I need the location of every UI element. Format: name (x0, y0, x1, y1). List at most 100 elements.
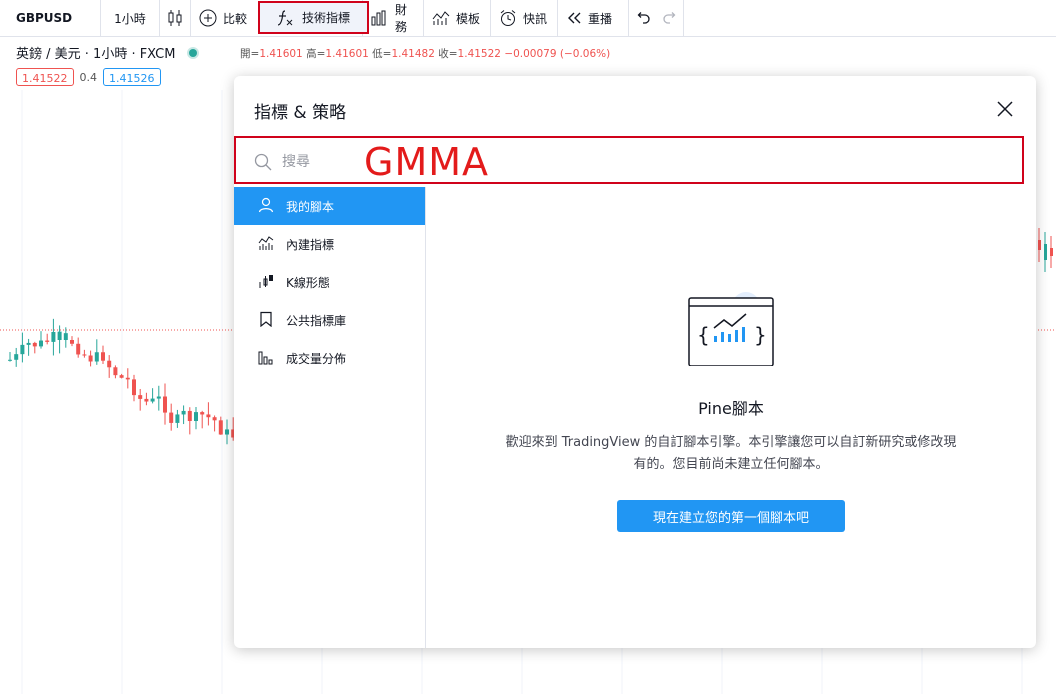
symbol-search-button[interactable]: GBPUSD (0, 0, 100, 36)
candle-body (57, 331, 62, 340)
candle-body (206, 414, 211, 418)
rewind-icon (566, 12, 582, 24)
market-open-indicator (189, 48, 198, 57)
sidebar-item-my-scripts[interactable]: 我的腳本 (234, 187, 425, 225)
templates-button[interactable]: 模板 (424, 0, 490, 36)
interval-button[interactable]: 1小時 (101, 0, 159, 36)
pine-title: Pine腳本 (698, 399, 764, 418)
pine-script-illustration: { } (688, 284, 778, 370)
user-icon (258, 197, 274, 216)
create-first-script-button[interactable]: 現在建立您的第一個腳本吧 (617, 500, 845, 532)
candle-body (144, 398, 149, 402)
alerts-label: 快訊 (523, 11, 548, 26)
financials-button[interactable]: 財務 (363, 0, 423, 36)
pine-description-line: 歡迎來到 TradingView 的自訂腳本引擎。本引擎讓您可以自訂新研究或修改… (505, 435, 957, 450)
undo-button[interactable] (629, 0, 657, 36)
candle-body (187, 410, 192, 422)
pine-description-line: 有的。您目前尚未建立任何腳本。 (633, 457, 829, 472)
search-row: GMMA (234, 136, 1024, 184)
candle-body (94, 352, 99, 362)
sidebar-item-label: 內建指標 (286, 237, 335, 252)
sell-button[interactable]: 1.41522 (16, 68, 74, 86)
svg-text:{: { (697, 323, 710, 347)
dialog-title: 指標 & 策略 (254, 103, 347, 123)
sidebar-item-label: K線形態 (286, 275, 330, 290)
category-sidebar: 我的腳本 內建指標 K線形態 公共指標庫 成交量分佈 (234, 187, 426, 648)
search-input[interactable] (280, 150, 374, 174)
close-button[interactable] (996, 100, 1014, 118)
candle-body (194, 412, 198, 422)
symbol-legend: 英鎊 / 美元 · 1小時 · FXCM (16, 43, 198, 62)
bar-chart-icon (371, 10, 389, 26)
redo-button[interactable] (657, 0, 683, 36)
function-fx-icon (276, 9, 294, 27)
candle-body (212, 417, 217, 421)
spread-value: 0.4 (79, 70, 98, 84)
candle-body (175, 414, 180, 423)
sidebar-item-label: 公共指標庫 (286, 313, 347, 328)
candle-body (88, 355, 93, 362)
candle-body (181, 410, 186, 415)
indicators-dialog: 指標 & 策略 GMMA 我的腳本 內建指標 K線形態 (234, 76, 1036, 648)
buy-button[interactable]: 1.41526 (103, 68, 161, 86)
candles-icon (258, 273, 274, 292)
undo-icon (635, 12, 651, 24)
candle-body (26, 342, 31, 345)
chart-style-button[interactable] (160, 0, 190, 36)
candle-body (1038, 240, 1041, 250)
candle-body (39, 340, 43, 347)
candle-body (156, 396, 161, 399)
candle-body (119, 375, 124, 378)
candle-body (163, 396, 167, 413)
candle-body (138, 395, 143, 399)
ohlc-close-key: 收 (438, 48, 449, 60)
candle-body (107, 360, 112, 368)
candle-body (1044, 244, 1047, 260)
replay-button[interactable]: 重播 (558, 0, 628, 36)
sidebar-item-candlestick-patterns[interactable]: K線形態 (234, 263, 425, 301)
candle-body (32, 342, 37, 347)
compare-label: 比較 (223, 11, 248, 26)
candle-body (45, 340, 50, 342)
candles-icon (167, 9, 183, 27)
candle-body (125, 377, 130, 380)
candle-body (51, 331, 56, 342)
trade-buttons: 1.41522 0.4 1.41526 (16, 68, 161, 86)
indicators-label: 技術指標 (302, 11, 351, 25)
compare-button[interactable]: 比較 (191, 0, 255, 36)
alerts-button[interactable]: 快訊 (491, 0, 557, 36)
candle-body (225, 429, 229, 435)
search-icon (254, 153, 272, 175)
templates-label: 模板 (456, 11, 481, 26)
ohlc-open-key: 開 (240, 48, 251, 60)
candle-body (113, 367, 118, 376)
svg-text:}: } (754, 323, 767, 347)
redo-icon (662, 12, 678, 24)
candle-body (101, 352, 105, 361)
candle-body (169, 412, 174, 423)
bookmark-icon (258, 311, 274, 330)
pine-scripts-panel: { } Pine腳本 歡迎來到 TradingView 的自訂腳本引擎。本引擎讓… (426, 187, 1036, 648)
sidebar-item-volume-profile[interactable]: 成交量分佈 (234, 339, 425, 377)
candle-body (1050, 248, 1053, 256)
sidebar-item-public-library[interactable]: 公共指標庫 (234, 301, 425, 339)
candle-body (70, 340, 74, 344)
candle-body (76, 343, 81, 355)
candle-body (20, 344, 25, 355)
toolbar-divider (683, 0, 684, 36)
candle-body (63, 333, 68, 340)
ohlc-values: 開=1.41601 高=1.41601 低=1.41482 收=1.41522 … (240, 48, 611, 60)
ohlc-high-value: 1.41601 (325, 48, 369, 60)
replay-label: 重播 (588, 11, 613, 26)
indicators-button[interactable]: 技術指標 (258, 1, 369, 34)
template-chart-icon (432, 10, 450, 26)
plus-circle-icon (199, 9, 217, 27)
sidebar-item-label: 成交量分佈 (286, 351, 347, 366)
sidebar-item-built-ins[interactable]: 內建指標 (234, 225, 425, 263)
ohlc-close-value: 1.41522 (457, 48, 501, 60)
legend-title: 英鎊 / 美元 · 1小時 · FXCM (16, 47, 176, 62)
candle-body (132, 379, 136, 396)
alarm-clock-icon (499, 9, 517, 27)
ohlc-open-value: 1.41601 (259, 48, 303, 60)
candle-body (200, 412, 205, 415)
